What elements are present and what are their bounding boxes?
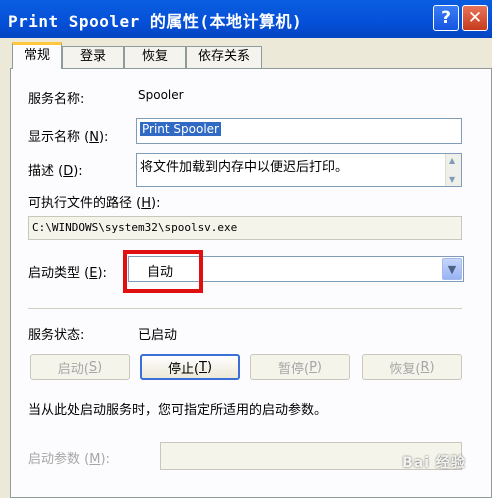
exe-path-field: C:\WINDOWS\system32\spoolsv.exe — [28, 216, 462, 240]
service-name-label: 服务名称: — [28, 92, 85, 107]
description-label: 描述 (D): — [28, 164, 83, 179]
help-button[interactable]: ? — [433, 5, 459, 31]
title-bar[interactable]: Print Spooler 的属性(本地计算机) ? ✕ — [0, 0, 492, 38]
scroll-down-icon[interactable]: ▼ — [449, 175, 455, 184]
exe-path-label: 可执行文件的路径 (H): — [28, 196, 161, 211]
tab-dependencies[interactable]: 依存关系 — [186, 46, 262, 68]
startup-type-dropdown-button[interactable]: ▼ — [442, 258, 462, 280]
tab-logon-label: 登录 — [79, 49, 106, 64]
window-title: Print Spooler 的属性(本地计算机) — [8, 12, 303, 31]
startup-type-highlight — [123, 250, 203, 293]
description-value: 将文件加载到内存中以便迟后打印。 — [140, 160, 349, 175]
exe-path-value: C:\WINDOWS\system32\spoolsv.exe — [32, 221, 238, 234]
resume-button[interactable]: 恢复(R) — [362, 354, 462, 380]
description-field[interactable]: 将文件加载到内存中以便迟后打印。 ▲ ▼ — [136, 153, 462, 187]
close-icon: ✕ — [467, 8, 483, 28]
close-button[interactable]: ✕ — [462, 5, 488, 31]
separator — [28, 308, 462, 309]
start-params-label: 启动参数 (M): — [28, 452, 110, 467]
description-scrollbar[interactable]: ▲ ▼ — [445, 154, 461, 186]
start-params-hint: 当从此处启动服务时，您可指定所适用的启动参数。 — [28, 403, 328, 418]
chevron-down-icon: ▼ — [447, 262, 457, 276]
help-icon: ? — [441, 8, 451, 28]
scroll-up-icon[interactable]: ▲ — [449, 156, 455, 165]
tab-strip: 常规 登录 恢复 依存关系 — [0, 38, 492, 69]
display-name-value: Print Spooler — [140, 122, 221, 136]
stop-button[interactable]: 停止(T) — [140, 354, 240, 380]
tab-recovery[interactable]: 恢复 — [124, 46, 186, 68]
display-name-field[interactable]: Print Spooler — [136, 118, 462, 144]
tab-dependencies-label: 依存关系 — [197, 49, 250, 64]
service-status-value: 已启动 — [138, 328, 178, 343]
service-name-value: Spooler — [138, 88, 184, 102]
display-name-label: 显示名称 (N): — [28, 130, 109, 145]
tab-recovery-label: 恢复 — [141, 49, 168, 64]
tab-general-label: 常规 — [23, 48, 50, 63]
service-status-label: 服务状态: — [28, 328, 85, 343]
tab-logon[interactable]: 登录 — [62, 46, 124, 68]
start-button[interactable]: 启动(S) — [30, 354, 130, 380]
startup-type-label: 启动类型 (E): — [28, 266, 107, 281]
baidu-jingyan-watermark: Bai 经验 — [402, 455, 466, 471]
pause-button[interactable]: 暂停(P) — [250, 354, 350, 380]
tab-general[interactable]: 常规 — [12, 42, 62, 69]
